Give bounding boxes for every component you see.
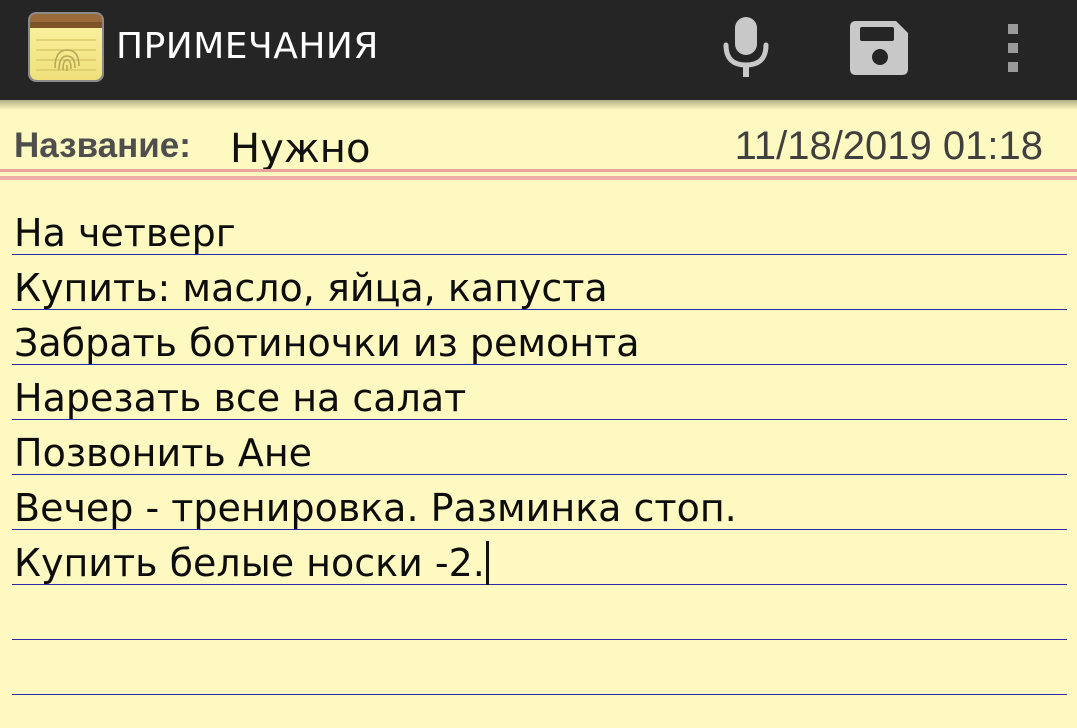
ruled-line [12,694,1067,695]
note-line: На четверг [14,211,236,255]
overflow-menu-icon [1008,24,1018,72]
notes-app: ПРИМЕЧАНИЯ Название: Нужно 11/18/2019 01… [0,0,1077,728]
note-line: Забрать ботиночки из ремонта [14,321,640,365]
note-line-last: Купить белые носки -2. [14,536,489,591]
note-line: Вечер - тренировка. Разминка стоп. [14,486,737,530]
voice-input-button[interactable] [706,10,786,86]
notepad-fingerprint-icon[interactable] [26,8,106,84]
note-header: Название: 11/18/2019 01:18 [0,100,1077,172]
floppy-disk-icon [850,21,908,75]
action-bar: ПРИМЕЧАНИЯ [0,0,1077,110]
save-button[interactable] [838,10,922,86]
note-line: Нарезать все на салат [14,376,467,420]
note-body-editor[interactable]: На четверг Купить: масло, яйца, капуста … [0,200,1077,728]
header-divider [0,176,1077,180]
title-label: Название: [14,126,191,165]
note-line: Позвонить Ане [14,431,313,475]
note-title-input[interactable] [230,126,670,172]
note-line-text: Купить белые носки -2. [14,541,485,585]
note-line: Купить: масло, яйца, капуста [14,266,608,310]
overflow-menu-button[interactable] [986,10,1040,86]
text-cursor [485,541,489,585]
app-title: ПРИМЕЧАНИЯ [116,26,379,67]
header-divider [0,169,1077,172]
ruled-line [12,639,1067,640]
note-date: 11/18/2019 01:18 [734,124,1043,168]
microphone-icon [723,17,769,77]
